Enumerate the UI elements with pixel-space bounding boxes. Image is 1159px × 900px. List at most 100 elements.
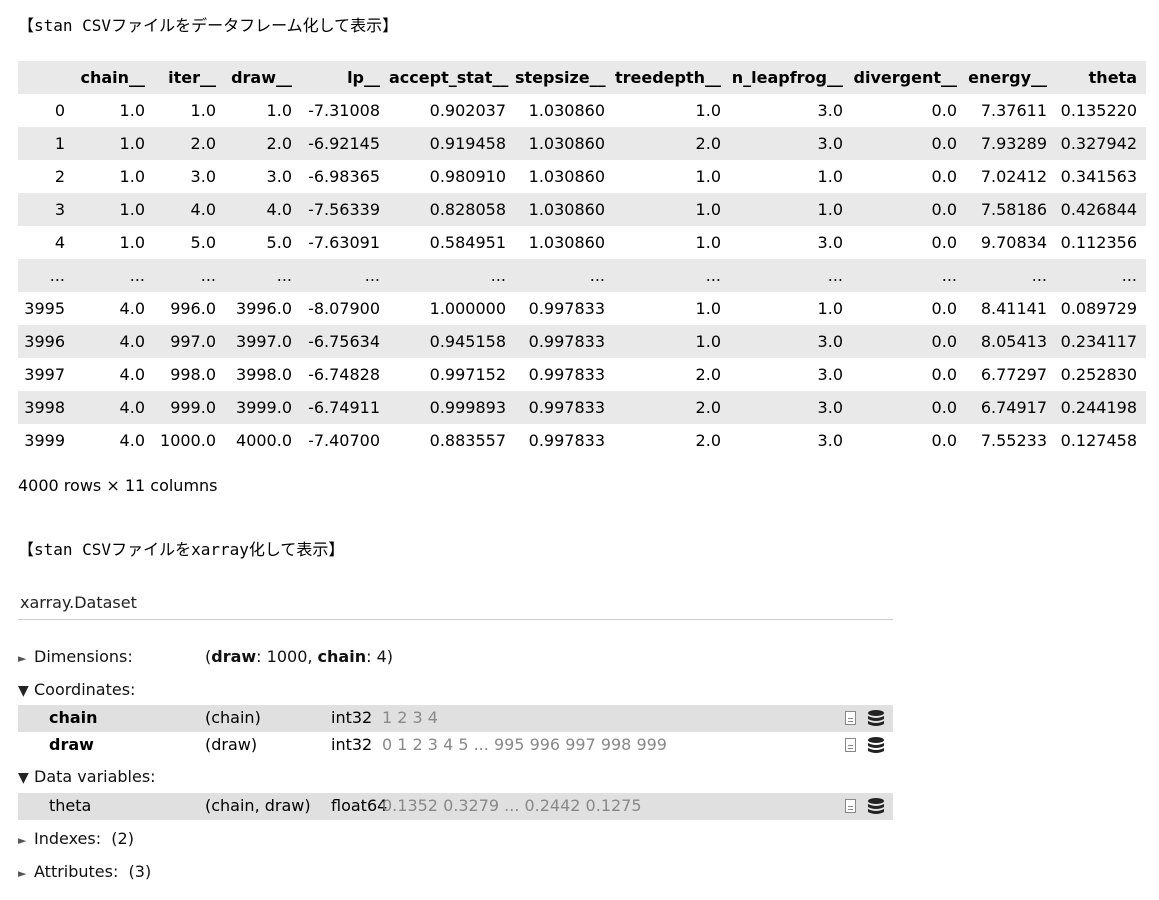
table-cell: 1.0: [614, 193, 730, 226]
table-cell: 0.426844: [1056, 193, 1146, 226]
table-cell: 0.997152: [389, 358, 515, 391]
table-cell: 0.234117: [1056, 325, 1146, 358]
table-cell: 1.0: [225, 94, 301, 127]
data-variables-section[interactable]: ▼ Data variables:: [18, 767, 156, 786]
attributes-section[interactable]: ► Attributes: (3): [18, 862, 151, 881]
table-cell: 2.0: [614, 424, 730, 457]
table-cell: ...: [225, 259, 301, 292]
table-cell: 3.0: [225, 160, 301, 193]
table-cell: 3998.0: [225, 358, 301, 391]
table-cell: 3.0: [730, 325, 852, 358]
coordinates-section[interactable]: ▼ Coordinates:: [18, 680, 135, 699]
table-cell: 1.000000: [389, 292, 515, 325]
database-icon[interactable]: [867, 709, 885, 728]
table-cell: 0.0: [852, 292, 966, 325]
table-cell: 0.980910: [389, 160, 515, 193]
table-cell: 7.02412: [966, 160, 1056, 193]
data-variable-row-theta: theta (chain, draw) float64 0.1352 0.327…: [18, 793, 893, 820]
table-cell: ...: [389, 259, 515, 292]
variable-name: theta: [49, 796, 92, 815]
table-cell: 7.93289: [966, 127, 1056, 160]
table-row: ....................................: [18, 259, 1146, 292]
row-index-cell: 3: [18, 193, 75, 226]
variable-dtype: float64: [331, 796, 388, 815]
variable-dtype: int32: [331, 708, 373, 727]
indexes-section[interactable]: ► Indexes: (2): [18, 829, 134, 848]
table-cell: 0.919458: [389, 127, 515, 160]
column-header-cell: iter__: [154, 61, 225, 94]
table-cell: 9.70834: [966, 226, 1056, 259]
table-cell: 4000.0: [225, 424, 301, 457]
database-icon[interactable]: [867, 797, 885, 816]
coordinates-label: Coordinates:: [34, 680, 136, 699]
indexes-count: (2): [111, 829, 134, 848]
table-cell: 1.0: [75, 94, 154, 127]
dataframe-section-title: 【stan CSVファイルをデータフレーム化して表示】: [18, 16, 399, 35]
table-cell: 1.0: [154, 94, 225, 127]
table-row: 1 1.0 2.0 2.0 -6.92145 0.919458 1.030860 2.0 3.0…: [18, 127, 1146, 160]
table-cell: -6.98365: [301, 160, 389, 193]
table-row: 3999 4.0 1000.0 4000.0 -7.40700 0.883557 0.997…: [18, 424, 1146, 457]
table-cell: 0.0: [852, 127, 966, 160]
table-cell: 0.0: [852, 226, 966, 259]
table-cell: ...: [154, 259, 225, 292]
table-cell: -7.40700: [301, 424, 389, 457]
dataframe-shape: 4000 rows × 11 columns: [18, 476, 218, 495]
table-cell: 8.05413: [966, 325, 1056, 358]
variable-dtype: int32: [331, 735, 373, 754]
table-cell: 0.0: [852, 160, 966, 193]
dim-draw-name: draw: [211, 647, 257, 666]
collapsed-arrow-icon[interactable]: ►: [18, 867, 34, 880]
column-header-cell: draw__: [225, 61, 301, 94]
dimensions-section[interactable]: ► Dimensions: (draw: 1000, chain: 4): [18, 647, 393, 666]
column-header-cell: divergent__: [852, 61, 966, 94]
expanded-arrow-icon[interactable]: ▼: [18, 683, 34, 699]
dataframe-table: chain__ iter__ draw__ lp__ accept_stat__ step…: [18, 61, 1146, 457]
table-cell: 8.41141: [966, 292, 1056, 325]
table-cell: 997.0: [154, 325, 225, 358]
table-cell: 1.030860: [515, 193, 614, 226]
collapsed-arrow-icon[interactable]: ►: [18, 652, 34, 665]
table-cell: 1.0: [75, 160, 154, 193]
column-header-cell: n_leapfrog__: [730, 61, 852, 94]
file-text-icon[interactable]: [845, 799, 856, 813]
table-cell: -7.31008: [301, 94, 389, 127]
column-header-cell: stepsize__: [515, 61, 614, 94]
table-cell: 0.997833: [515, 325, 614, 358]
table-cell: 1.0: [614, 292, 730, 325]
file-text-icon[interactable]: [845, 738, 856, 752]
variable-dims: (chain, draw): [205, 796, 311, 815]
table-cell: 0.327942: [1056, 127, 1146, 160]
row-index-cell: 3995: [18, 292, 75, 325]
table-cell: -7.56339: [301, 193, 389, 226]
table-row: 3 1.0 4.0 4.0 -7.56339 0.828058 1.030860 1.0 1.0…: [18, 193, 1146, 226]
table-cell: 2.0: [614, 358, 730, 391]
table-cell: 0.127458: [1056, 424, 1146, 457]
table-row: 0 1.0 1.0 1.0 -7.31008 0.902037 1.030860 1.0 3.0…: [18, 94, 1146, 127]
column-header-cell: energy__: [966, 61, 1056, 94]
collapsed-arrow-icon[interactable]: ►: [18, 834, 34, 847]
table-cell: 3.0: [154, 160, 225, 193]
file-text-icon[interactable]: [845, 711, 856, 725]
dimensions-label: Dimensions:: [34, 647, 133, 666]
variable-preview: 0.1352 0.3279 ... 0.2442 0.1275: [382, 796, 642, 815]
column-header-cell: treedepth__: [614, 61, 730, 94]
table-cell: 0.112356: [1056, 226, 1146, 259]
table-cell: 3.0: [730, 226, 852, 259]
table-cell: 1.0: [75, 193, 154, 226]
table-cell: 0.0: [852, 325, 966, 358]
expanded-arrow-icon[interactable]: ▼: [18, 770, 34, 786]
table-cell: 4.0: [75, 358, 154, 391]
table-row: 4 1.0 5.0 5.0 -7.63091 0.584951 1.030860 1.0 3.0…: [18, 226, 1146, 259]
table-row: 3998 4.0 999.0 3999.0 -6.74911 0.999893 0.9978…: [18, 391, 1146, 424]
table-cell: 0.0: [852, 94, 966, 127]
table-cell: 6.77297: [966, 358, 1056, 391]
table-cell: 1.030860: [515, 160, 614, 193]
row-index-cell: 3998: [18, 391, 75, 424]
xarray-dataset-name: xarray.Dataset: [20, 593, 137, 612]
database-icon[interactable]: [867, 736, 885, 755]
dim-chain-name: chain: [317, 647, 367, 666]
row-index-cell: 3997: [18, 358, 75, 391]
table-cell: 7.55233: [966, 424, 1056, 457]
table-row: 3997 4.0 998.0 3998.0 -6.74828 0.997152 0.9978…: [18, 358, 1146, 391]
